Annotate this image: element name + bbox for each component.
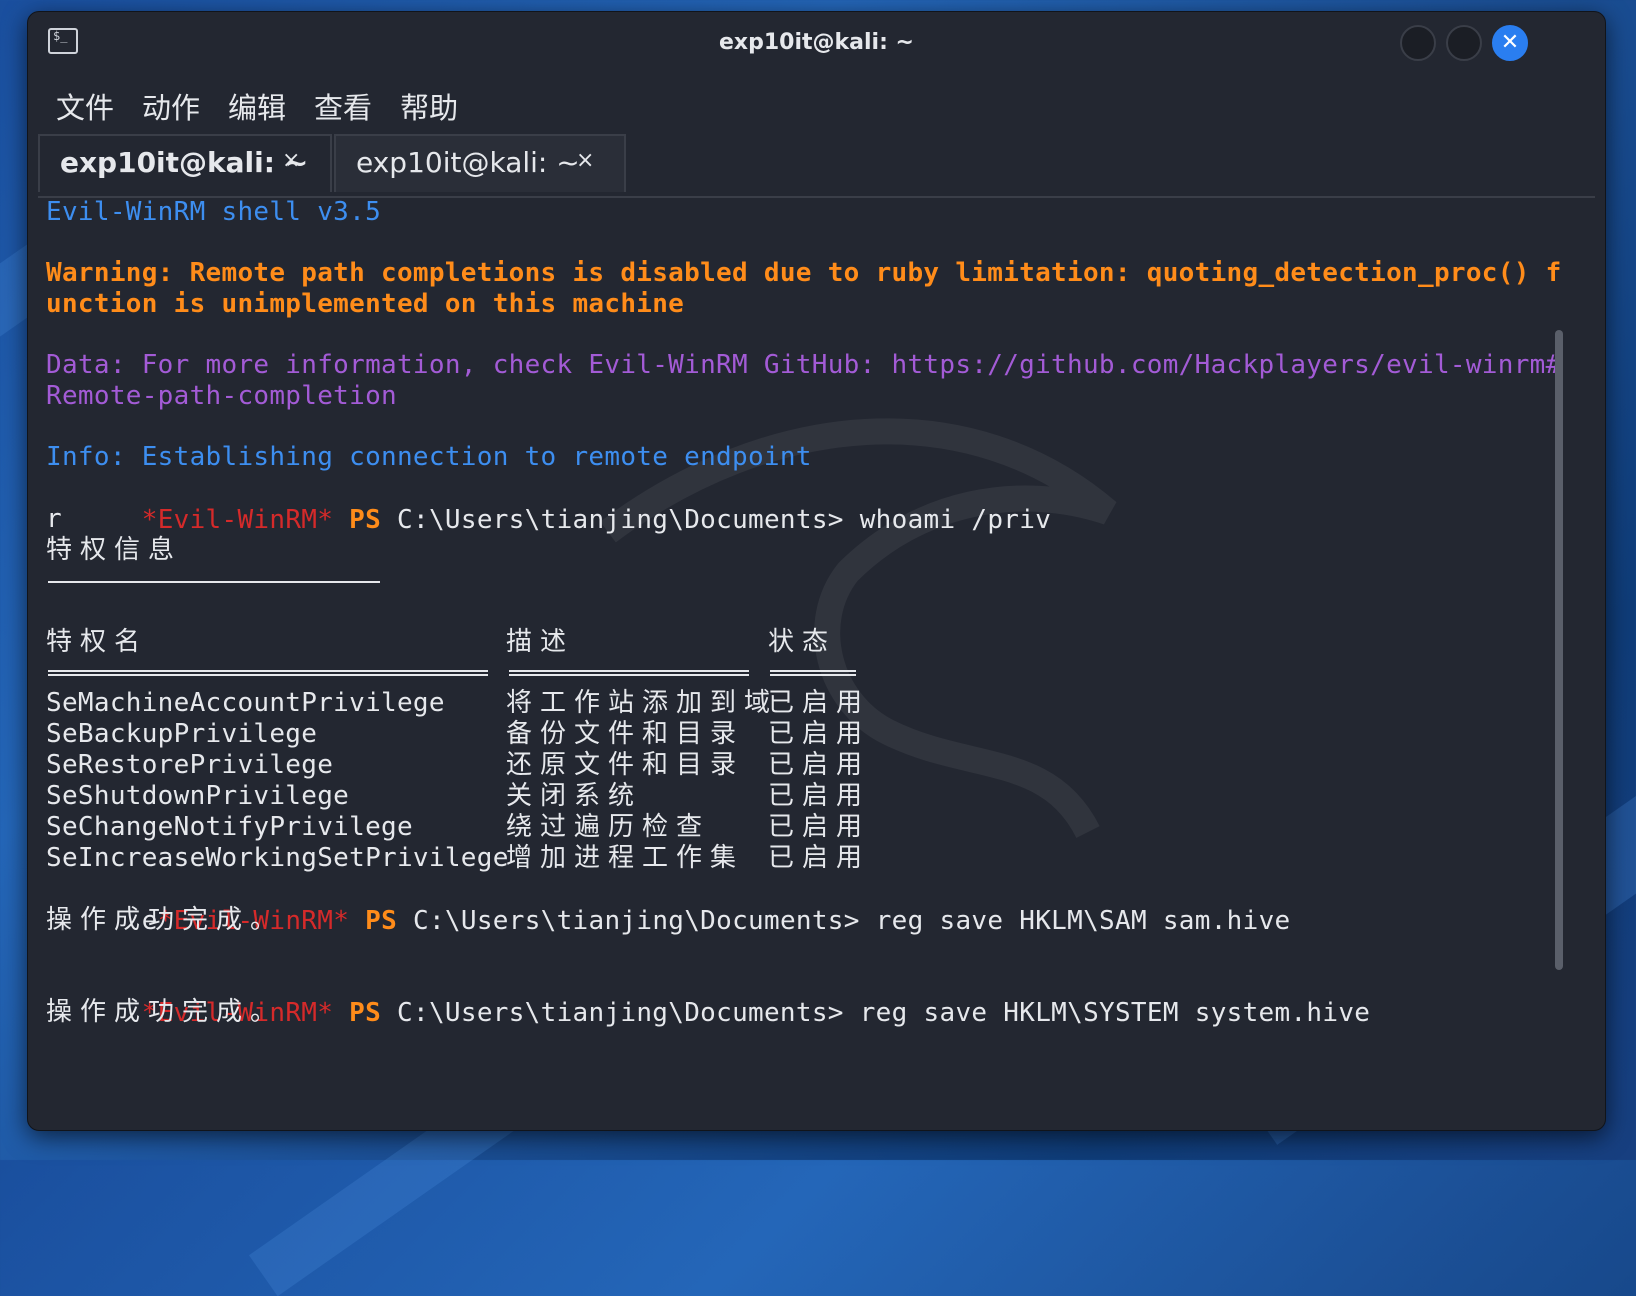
terminal-window: $_ exp10it@kali: ~ ✕ 文件 动作 编辑 查看 帮助 exp1…	[27, 11, 1606, 1131]
terminal-output[interactable]: Evil-WinRM shell v3.5 Warning: Remote pa…	[46, 196, 1561, 1116]
command-text: reg save HKLM\SAM sam.hive	[875, 906, 1291, 936]
privilege-name: SeRestorePrivilege	[46, 750, 334, 780]
command-text: reg save HKLM\SYSTEM system.hive	[859, 998, 1371, 1028]
prompt-ps: PS	[365, 906, 398, 936]
terminal-scrollbar[interactable]	[1555, 330, 1563, 970]
tab-label: exp10it@kali: ~	[60, 146, 309, 179]
minimize-button[interactable]	[1400, 25, 1436, 61]
privilege-desc: 增加进程工作集	[506, 843, 745, 873]
menu-file[interactable]: 文件	[56, 82, 114, 134]
privilege-name: SeMachineAccountPrivilege	[46, 688, 445, 718]
warning-line: Warning: Remote path completions is disa…	[46, 258, 1562, 288]
menu-action[interactable]: 动作	[142, 82, 200, 134]
header-name: 特权名	[46, 627, 149, 657]
menu-bar: 文件 动作 编辑 查看 帮助	[56, 82, 458, 134]
privilege-name: SeIncreaseWorkingSetPrivilege	[46, 843, 509, 873]
title-bar[interactable]: $_ exp10it@kali: ~ ✕	[28, 12, 1605, 76]
close-icon: ✕	[1500, 30, 1520, 55]
prompt-ps: PS	[349, 998, 382, 1028]
output-line: r	[46, 504, 62, 534]
privilege-state: 已启用	[768, 719, 871, 749]
prompt-ps: PS	[349, 505, 382, 535]
maximize-button[interactable]	[1446, 25, 1482, 61]
prompt-tag: *Evil-WinRM*	[141, 505, 334, 535]
privilege-desc: 绕过遍历检查	[506, 812, 711, 842]
prompt-line: e*Evil-WinRM* PS C:\Users\tianjing\Docum…	[46, 873, 1290, 936]
prompt-path: C:\Users\tianjing\Documents>	[397, 505, 844, 535]
warning-line: unction is unimplemented on this machine	[46, 289, 685, 319]
data-line: Remote-path-completion	[46, 381, 397, 411]
privilege-state: 已启用	[768, 781, 871, 811]
privilege-state: 已启用	[768, 843, 871, 873]
window-title: exp10it@kali: ~	[719, 30, 914, 55]
privilege-state: 已启用	[768, 812, 871, 842]
privilege-desc: 还原文件和目录	[506, 750, 745, 780]
output-line: 操作成功完成。	[46, 997, 285, 1027]
prompt-path: C:\Users\tianjing\Documents>	[413, 906, 860, 936]
data-line: Data: For more information, check Evil-W…	[46, 350, 1562, 380]
output-line: 操作成功完成。	[46, 905, 285, 935]
privilege-desc: 将工作站添加到域	[506, 688, 779, 718]
title-underline	[48, 581, 380, 583]
privilege-name: SeShutdownPrivilege	[46, 781, 350, 811]
header-rule	[48, 670, 488, 676]
section-title: 特权信息	[46, 535, 183, 565]
header-rule	[509, 670, 749, 676]
menu-view[interactable]: 查看	[314, 82, 372, 134]
info-line: Info: Establishing connection to remote …	[46, 442, 812, 472]
command-text: whoami /priv	[859, 505, 1052, 535]
privilege-name: SeBackupPrivilege	[46, 719, 318, 749]
close-window-button[interactable]: ✕	[1492, 25, 1528, 61]
tab-label: exp10it@kali: ~	[356, 146, 580, 179]
tab-2[interactable]: exp10it@kali: ~ ×	[334, 134, 626, 192]
privilege-state: 已启用	[768, 688, 871, 718]
header-state: 状态	[768, 627, 837, 657]
prompt-line: *Evil-WinRM* PS C:\Users\tianjing\Docume…	[46, 472, 1051, 535]
privilege-desc: 备份文件和目录	[506, 719, 745, 749]
tab-bar: exp10it@kali: ~ × exp10it@kali: ~ ×	[38, 134, 1595, 198]
prompt-line: *Evil-WinRM* PS C:\Users\tianjing\Docume…	[46, 965, 1370, 1028]
menu-help[interactable]: 帮助	[400, 82, 458, 134]
privilege-state: 已启用	[768, 750, 871, 780]
privilege-desc: 关闭系统	[506, 781, 643, 811]
header-rule	[770, 670, 856, 676]
tab-close-icon[interactable]: ×	[282, 148, 300, 173]
prompt-path: C:\Users\tianjing\Documents>	[397, 998, 844, 1028]
header-desc: 描述	[506, 627, 575, 657]
menu-edit[interactable]: 编辑	[228, 82, 286, 134]
banner-line: Evil-WinRM shell v3.5	[46, 197, 382, 227]
tab-1[interactable]: exp10it@kali: ~ ×	[38, 134, 332, 192]
tab-close-icon[interactable]: ×	[576, 148, 594, 173]
privilege-name: SeChangeNotifyPrivilege	[46, 812, 413, 842]
